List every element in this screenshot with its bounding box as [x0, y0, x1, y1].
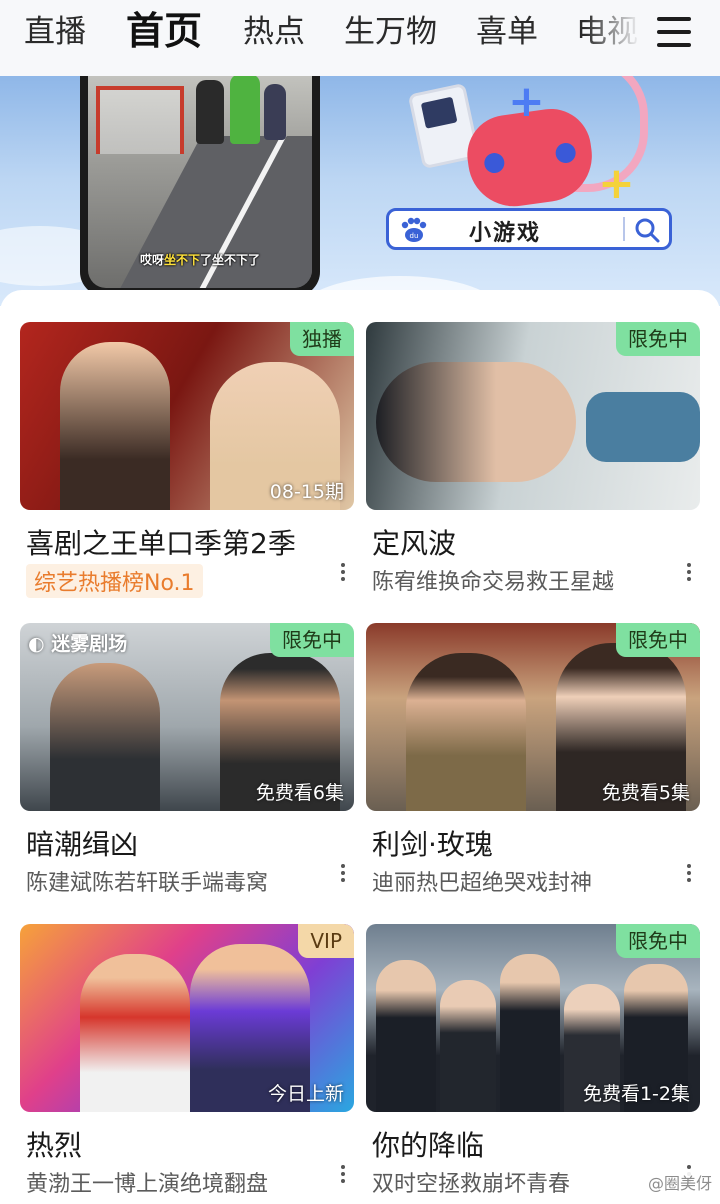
card-subtitle: 迪丽热巴超绝哭戏封神	[372, 871, 593, 896]
more-options-icon[interactable]	[338, 560, 348, 590]
tab-xidan[interactable]: 喜单	[476, 10, 538, 54]
card-title[interactable]: 暗潮缉凶	[26, 823, 138, 863]
video-card[interactable]: VIP 今日上新 热烈 黄渤王一博上演绝境翻盘	[20, 924, 354, 1197]
tab-hot[interactable]: 热点	[243, 10, 305, 54]
more-options-icon[interactable]	[338, 861, 348, 891]
game-caption: 哎呀坐不下了坐不下了	[139, 253, 261, 267]
video-thumbnail[interactable]: VIP 今日上新	[20, 924, 354, 1112]
search-label: 小游戏	[469, 221, 542, 246]
free-episodes-label: 免费看5集	[601, 782, 690, 804]
watermark: @圈美伢	[647, 1170, 712, 1194]
top-tab-bar: 直播 首页 热点 生万物 喜单 电视	[0, 0, 720, 76]
free-episodes-label: 免费看6集	[255, 782, 344, 804]
episode-label: 08-15期	[269, 481, 344, 503]
card-title[interactable]: 利剑·玫瑰	[372, 823, 493, 863]
game-character	[264, 84, 286, 140]
game-character	[196, 80, 224, 144]
card-subtitle: 陈宥维换命交易救王星越	[372, 570, 615, 595]
plus-decoration: +	[598, 158, 635, 209]
tab-shengwanwu[interactable]: 生万物	[344, 10, 437, 54]
tab-home[interactable]: 首页	[126, 6, 202, 56]
game-character	[230, 76, 260, 144]
more-options-icon[interactable]	[684, 560, 694, 590]
video-card[interactable]: ◐ 迷雾剧场 限免中 免费看6集 暗潮缉凶 陈建斌陈若轩联手端毒窝	[20, 623, 354, 896]
more-options-icon[interactable]	[338, 1162, 348, 1192]
bus-stop-shape	[96, 86, 184, 154]
card-title[interactable]: 你的降临	[372, 1124, 484, 1164]
video-thumbnail[interactable]: 限免中 免费看1-2集	[366, 924, 700, 1112]
search-icon[interactable]	[633, 216, 661, 244]
tab-live[interactable]: 直播	[24, 10, 86, 54]
badge-free-limited: 限免中	[270, 623, 354, 657]
video-card[interactable]: 限免中 免费看1-2集 你的降临 双时空拯救崩坏青春	[366, 924, 700, 1197]
card-subtitle: 陈建斌陈若轩联手端毒窝	[26, 871, 269, 896]
badge-vip: VIP	[298, 924, 354, 958]
mini-games-search-box[interactable]: du 小游戏	[386, 208, 672, 250]
video-card[interactable]: 独播 08-15期 喜剧之王单口季第2季 综艺热播榜No.1	[20, 322, 354, 598]
rank-tag: 综艺热播榜No.1	[26, 564, 203, 598]
video-card[interactable]: 限免中 免费看5集 利剑·玫瑰 迪丽热巴超绝哭戏封神	[366, 623, 700, 896]
phone-game-preview: 哎呀坐不下了坐不下了	[80, 76, 320, 296]
free-episodes-label: 免费看1-2集	[582, 1083, 690, 1105]
video-thumbnail[interactable]: ◐ 迷雾剧场 限免中 免费看6集	[20, 623, 354, 811]
promo-banner[interactable]: 哎呀坐不下了坐不下了 + + du 小游戏	[0, 76, 720, 306]
badge-free-limited: 限免中	[616, 322, 700, 356]
badge-exclusive: 独播	[290, 322, 354, 356]
recommend-feed: 独播 08-15期 喜剧之王单口季第2季 综艺热播榜No.1 限免中 定风波 陈…	[0, 290, 720, 1204]
card-title[interactable]: 热烈	[26, 1124, 82, 1164]
video-thumbnail[interactable]: 独播 08-15期	[20, 322, 354, 510]
new-today-label: 今日上新	[267, 1083, 344, 1105]
card-subtitle: 黄渤王一博上演绝境翻盘	[26, 1172, 269, 1197]
theater-logo: ◐ 迷雾剧场	[28, 633, 128, 655]
card-title[interactable]: 喜剧之王单口季第2季	[26, 522, 296, 562]
more-options-icon[interactable]	[684, 861, 694, 891]
video-card[interactable]: 限免中 定风波 陈宥维换命交易救王星越	[366, 322, 700, 595]
card-title[interactable]: 定风波	[372, 522, 456, 562]
plus-decoration: +	[508, 76, 545, 127]
video-thumbnail[interactable]: 限免中 免费看5集	[366, 623, 700, 811]
baidu-paw-icon: du	[401, 217, 427, 242]
badge-free-limited: 限免中	[616, 623, 700, 657]
svg-text:du: du	[410, 232, 419, 240]
tab-overflow-fade	[585, 0, 655, 76]
badge-free-limited: 限免中	[616, 924, 700, 958]
hamburger-menu-icon[interactable]	[654, 14, 694, 50]
video-thumbnail[interactable]: 限免中	[366, 322, 700, 510]
card-subtitle: 双时空拯救崩坏青春	[372, 1172, 571, 1197]
